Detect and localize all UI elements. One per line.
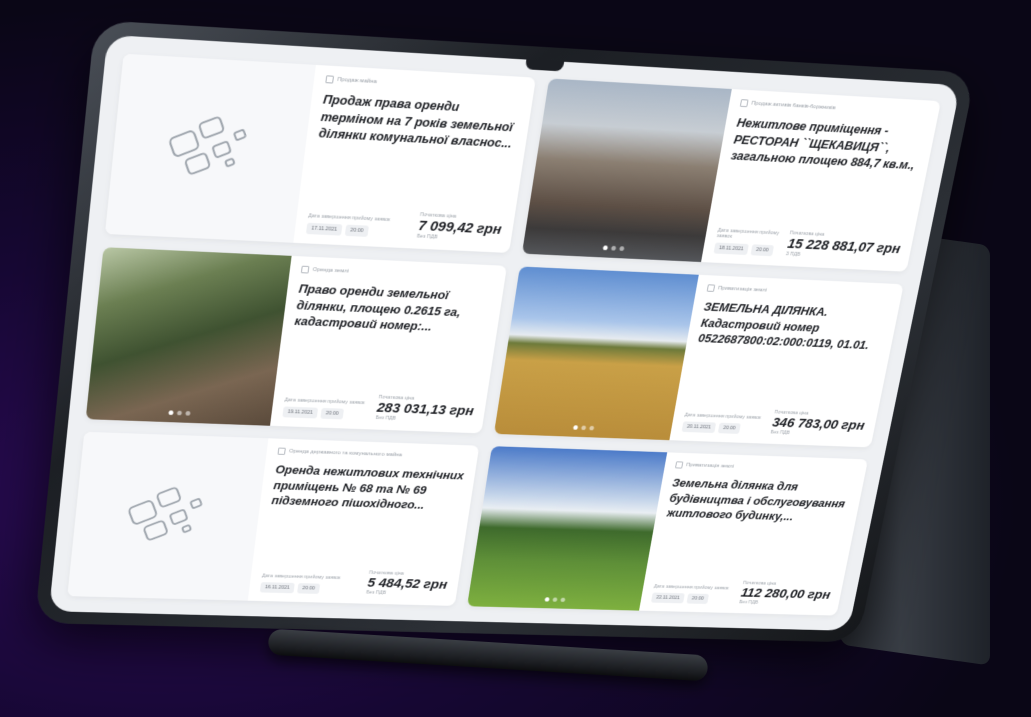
auction-grid: Продаж майна Продаж права оренди терміно… bbox=[67, 54, 941, 616]
tablet-device: Продаж майна Продаж права оренди терміно… bbox=[35, 20, 976, 643]
carousel-dots[interactable] bbox=[545, 597, 566, 602]
date-label: Дата завершення прийому заявок bbox=[684, 413, 761, 421]
date-label: Дата завершення прийому заявок bbox=[262, 574, 341, 581]
category-label: Приватизація землі bbox=[707, 284, 892, 300]
card-info: Оренда землі Право оренди земельної діля… bbox=[270, 256, 507, 434]
card-photo[interactable] bbox=[86, 247, 292, 426]
category-label: Оренда землі bbox=[301, 266, 495, 282]
carousel-dot[interactable] bbox=[545, 597, 550, 601]
carousel-dot[interactable] bbox=[185, 411, 190, 416]
date-chip: 18.11.2021 bbox=[713, 242, 748, 255]
carousel-dot[interactable] bbox=[552, 597, 557, 601]
card-photo[interactable] bbox=[467, 446, 667, 610]
time-chip: 20:00 bbox=[297, 583, 320, 594]
card-photo[interactable] bbox=[522, 78, 732, 262]
category-text: Приватизація землі bbox=[686, 463, 735, 470]
auction-card[interactable]: Приватизація землі Земельна ділянка для … bbox=[467, 446, 868, 615]
category-text: Оренда землі bbox=[312, 267, 349, 274]
carousel-dot[interactable] bbox=[619, 246, 624, 251]
card-footer: Дата завершення прийому заявок 17.11.202… bbox=[306, 207, 504, 244]
image-placeholder bbox=[105, 54, 316, 243]
carousel-dots[interactable] bbox=[573, 425, 594, 430]
scene: Продаж майна Продаж права оренди терміно… bbox=[0, 0, 1031, 717]
card-footer: Дата завершення прийому заявок 18.11.202… bbox=[713, 227, 902, 262]
category-label: Продаж активів банків-боржників bbox=[740, 99, 929, 117]
auction-card[interactable]: Продаж активів банків-боржників Нежитлов… bbox=[522, 78, 941, 271]
card-info: Продаж майна Продаж права оренди терміно… bbox=[293, 65, 536, 253]
carousel-dot[interactable] bbox=[581, 426, 586, 431]
carousel-dot[interactable] bbox=[603, 245, 608, 250]
auction-card[interactable]: Продаж майна Продаж права оренди терміно… bbox=[105, 54, 536, 253]
card-title[interactable]: Нежитлове приміщення - РЕСТОРАН ``ЩЕКАВИ… bbox=[729, 114, 925, 176]
card-title[interactable]: Земельна ділянка для будівництва і обслу… bbox=[665, 475, 853, 529]
auction-card[interactable]: Оренда землі Право оренди земельної діля… bbox=[86, 247, 507, 433]
time-chip: 20:00 bbox=[718, 423, 741, 434]
category-text: Приватизація землі bbox=[718, 286, 768, 294]
category-icon bbox=[277, 448, 285, 455]
date-chip: 20.11.2021 bbox=[682, 421, 717, 433]
placeholder-logo-icon bbox=[147, 103, 274, 196]
category-text: Продаж активів банків-боржників bbox=[751, 101, 836, 111]
card-footer: Дата завершення прийому заявок 20.11.202… bbox=[682, 406, 867, 438]
time-chip: 20:00 bbox=[751, 244, 774, 256]
card-title[interactable]: Продаж права оренди терміном на 7 років … bbox=[317, 91, 521, 155]
time-chip: 20:00 bbox=[345, 225, 369, 237]
category-icon bbox=[301, 266, 310, 274]
date-label: Дата завершення прийому заявок bbox=[308, 213, 391, 223]
card-info: Продаж активів банків-боржників Нежитлов… bbox=[701, 89, 941, 272]
category-text: Оренда державного та комунального майна bbox=[289, 449, 403, 458]
time-chip: 20:00 bbox=[687, 593, 709, 604]
card-title[interactable]: Оренда нежитлових технічних приміщень № … bbox=[270, 462, 465, 517]
date-chip: 22.11.2021 bbox=[651, 592, 685, 603]
carousel-dot[interactable] bbox=[168, 410, 173, 415]
image-placeholder bbox=[67, 432, 268, 601]
card-photo[interactable] bbox=[494, 266, 699, 440]
card-title[interactable]: Право оренди земельної ділянки, площею 0… bbox=[293, 281, 492, 341]
card-footer: Дата завершення прийому заявок 16.11.202… bbox=[260, 567, 449, 597]
date-chip: 16.11.2021 bbox=[260, 582, 295, 593]
camera-notch bbox=[525, 60, 564, 72]
carousel-dot[interactable] bbox=[560, 598, 565, 602]
category-label: Приватизація землі bbox=[675, 461, 856, 474]
date-label: Дата завершення прийому заявок bbox=[284, 397, 365, 405]
carousel-dots[interactable] bbox=[168, 410, 190, 415]
category-icon bbox=[740, 99, 749, 107]
carousel-dot[interactable] bbox=[611, 246, 616, 251]
time-chip: 20:00 bbox=[320, 408, 343, 420]
placeholder-logo-icon bbox=[107, 476, 228, 558]
category-text: Продаж майна bbox=[337, 77, 377, 85]
card-footer: Дата завершення прийому заявок 22.11.202… bbox=[651, 578, 833, 607]
card-title[interactable]: ЗЕМЕЛЬНА ДІЛЯНКА. Кадастровий номер 0522… bbox=[696, 299, 888, 357]
category-icon bbox=[675, 461, 683, 468]
auction-card[interactable]: Оренда державного та комунального майна … bbox=[67, 432, 479, 606]
carousel-dot[interactable] bbox=[573, 425, 578, 430]
carousel-dot[interactable] bbox=[177, 411, 182, 416]
date-chip: 19.11.2021 bbox=[282, 406, 318, 418]
tablet-screen: Продаж майна Продаж права оренди терміно… bbox=[49, 35, 961, 631]
category-icon bbox=[707, 284, 715, 292]
date-chip: 17.11.2021 bbox=[306, 223, 343, 236]
card-info: Приватизація землі ЗЕМЕЛЬНА ДІЛЯНКА. Кад… bbox=[669, 275, 903, 448]
card-footer: Дата завершення прийому заявок 19.11.202… bbox=[282, 391, 475, 424]
category-icon bbox=[325, 75, 334, 83]
card-info: Приватизація землі Земельна ділянка для … bbox=[639, 452, 868, 615]
category-label: Продаж майна bbox=[325, 75, 523, 94]
auction-card[interactable]: Приватизація землі ЗЕМЕЛЬНА ДІЛЯНКА. Кад… bbox=[494, 266, 904, 447]
card-info: Оренда державного та комунального майна … bbox=[248, 438, 480, 606]
date-label: Дата завершення прийому заявок bbox=[653, 584, 729, 591]
date-label: Дата завершення прийому заявок bbox=[716, 228, 783, 242]
carousel-dot[interactable] bbox=[589, 426, 594, 431]
category-label: Оренда державного та комунального майна bbox=[277, 448, 467, 462]
carousel-dots[interactable] bbox=[603, 245, 625, 251]
